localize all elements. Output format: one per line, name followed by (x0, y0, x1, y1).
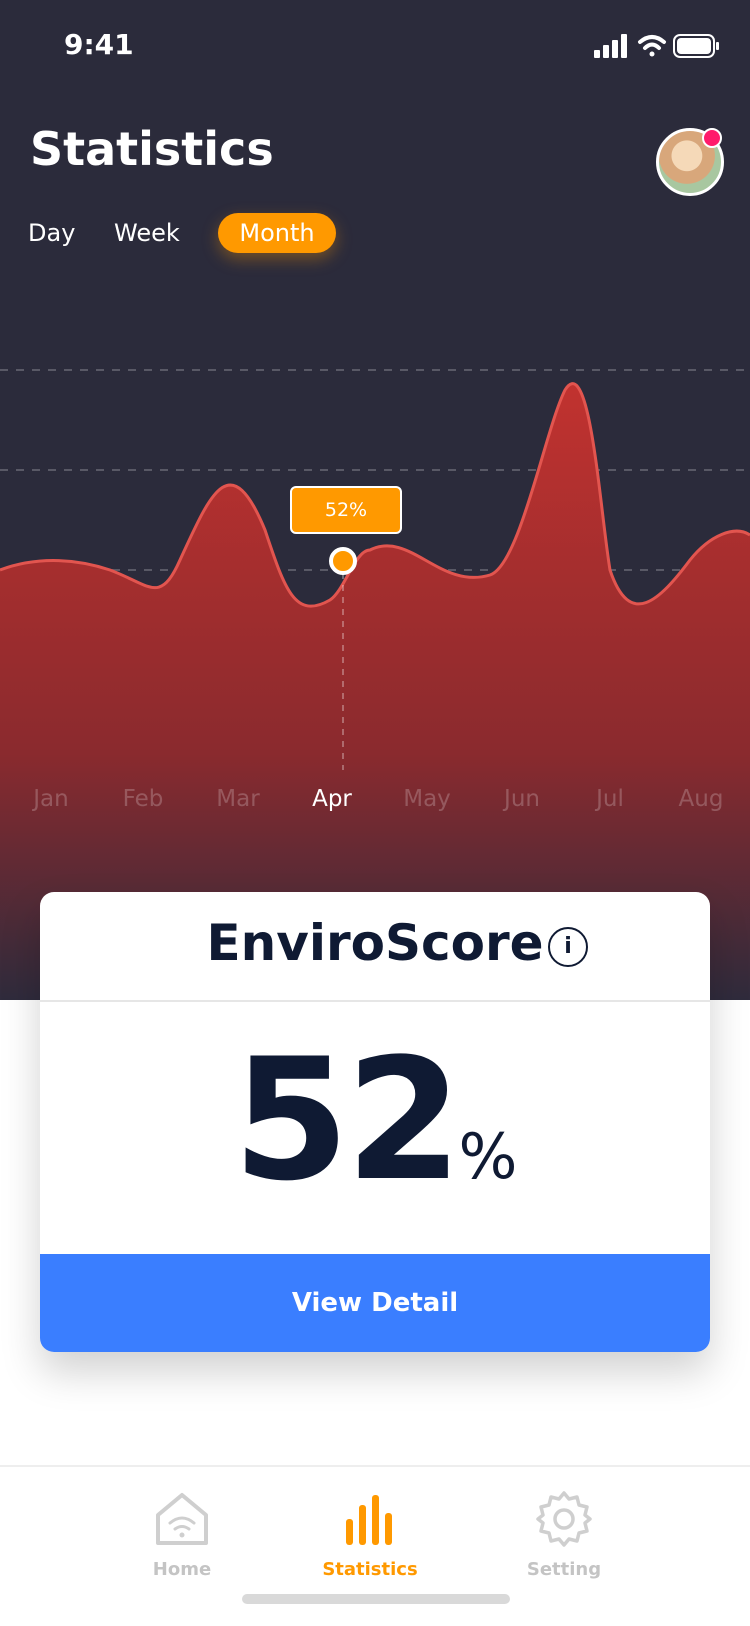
status-icons (594, 32, 720, 64)
battery-icon (673, 34, 719, 58)
month-axis: Jan Feb Mar Apr May Jun Jul Aug (0, 786, 750, 816)
score-value: 52 (232, 1022, 463, 1218)
nav-home[interactable]: Home (102, 1489, 262, 1580)
month-label[interactable]: Mar (216, 786, 259, 812)
month-label[interactable]: Jul (596, 786, 624, 812)
highlight-point[interactable] (329, 547, 357, 575)
month-label[interactable]: Aug (679, 786, 724, 812)
signal-icon (594, 34, 627, 58)
nav-statistics[interactable]: Statistics (290, 1489, 450, 1580)
page-title: Statistics (30, 122, 274, 176)
nav-setting[interactable]: Setting (484, 1489, 644, 1580)
card-divider (40, 1000, 710, 1002)
statistics-header-panel: 9:41 Statistics Day Week Month 52% Jan F… (0, 0, 750, 1000)
month-label-active[interactable]: Apr (312, 786, 352, 812)
score-display: 52% (40, 1022, 710, 1218)
nav-statistics-label: Statistics (322, 1559, 418, 1580)
home-icon (156, 1493, 208, 1545)
month-label[interactable]: Feb (123, 786, 164, 812)
gear-icon (536, 1491, 592, 1547)
tab-day[interactable]: Day (28, 213, 75, 253)
status-time: 9:41 (64, 28, 134, 61)
enviroscore-card: EnviroScore i 52% View Detail (40, 892, 710, 1352)
tab-week[interactable]: Week (114, 213, 180, 253)
nav-home-label: Home (152, 1559, 212, 1580)
tab-month[interactable]: Month (218, 213, 336, 253)
home-indicator (242, 1594, 510, 1604)
score-unit: % (458, 1120, 518, 1193)
month-label[interactable]: Jan (33, 786, 68, 812)
nav-setting-label: Setting (526, 1559, 602, 1580)
info-icon[interactable]: i (548, 927, 588, 967)
enviroscore-title: EnviroScore (206, 914, 544, 972)
month-label[interactable]: May (403, 786, 451, 812)
notification-dot (702, 128, 722, 148)
statistics-icon (346, 1495, 392, 1545)
chart-tooltip: 52% (290, 486, 402, 534)
month-label[interactable]: Jun (504, 786, 540, 812)
wifi-icon (638, 35, 666, 57)
view-detail-button[interactable]: View Detail (40, 1254, 710, 1352)
